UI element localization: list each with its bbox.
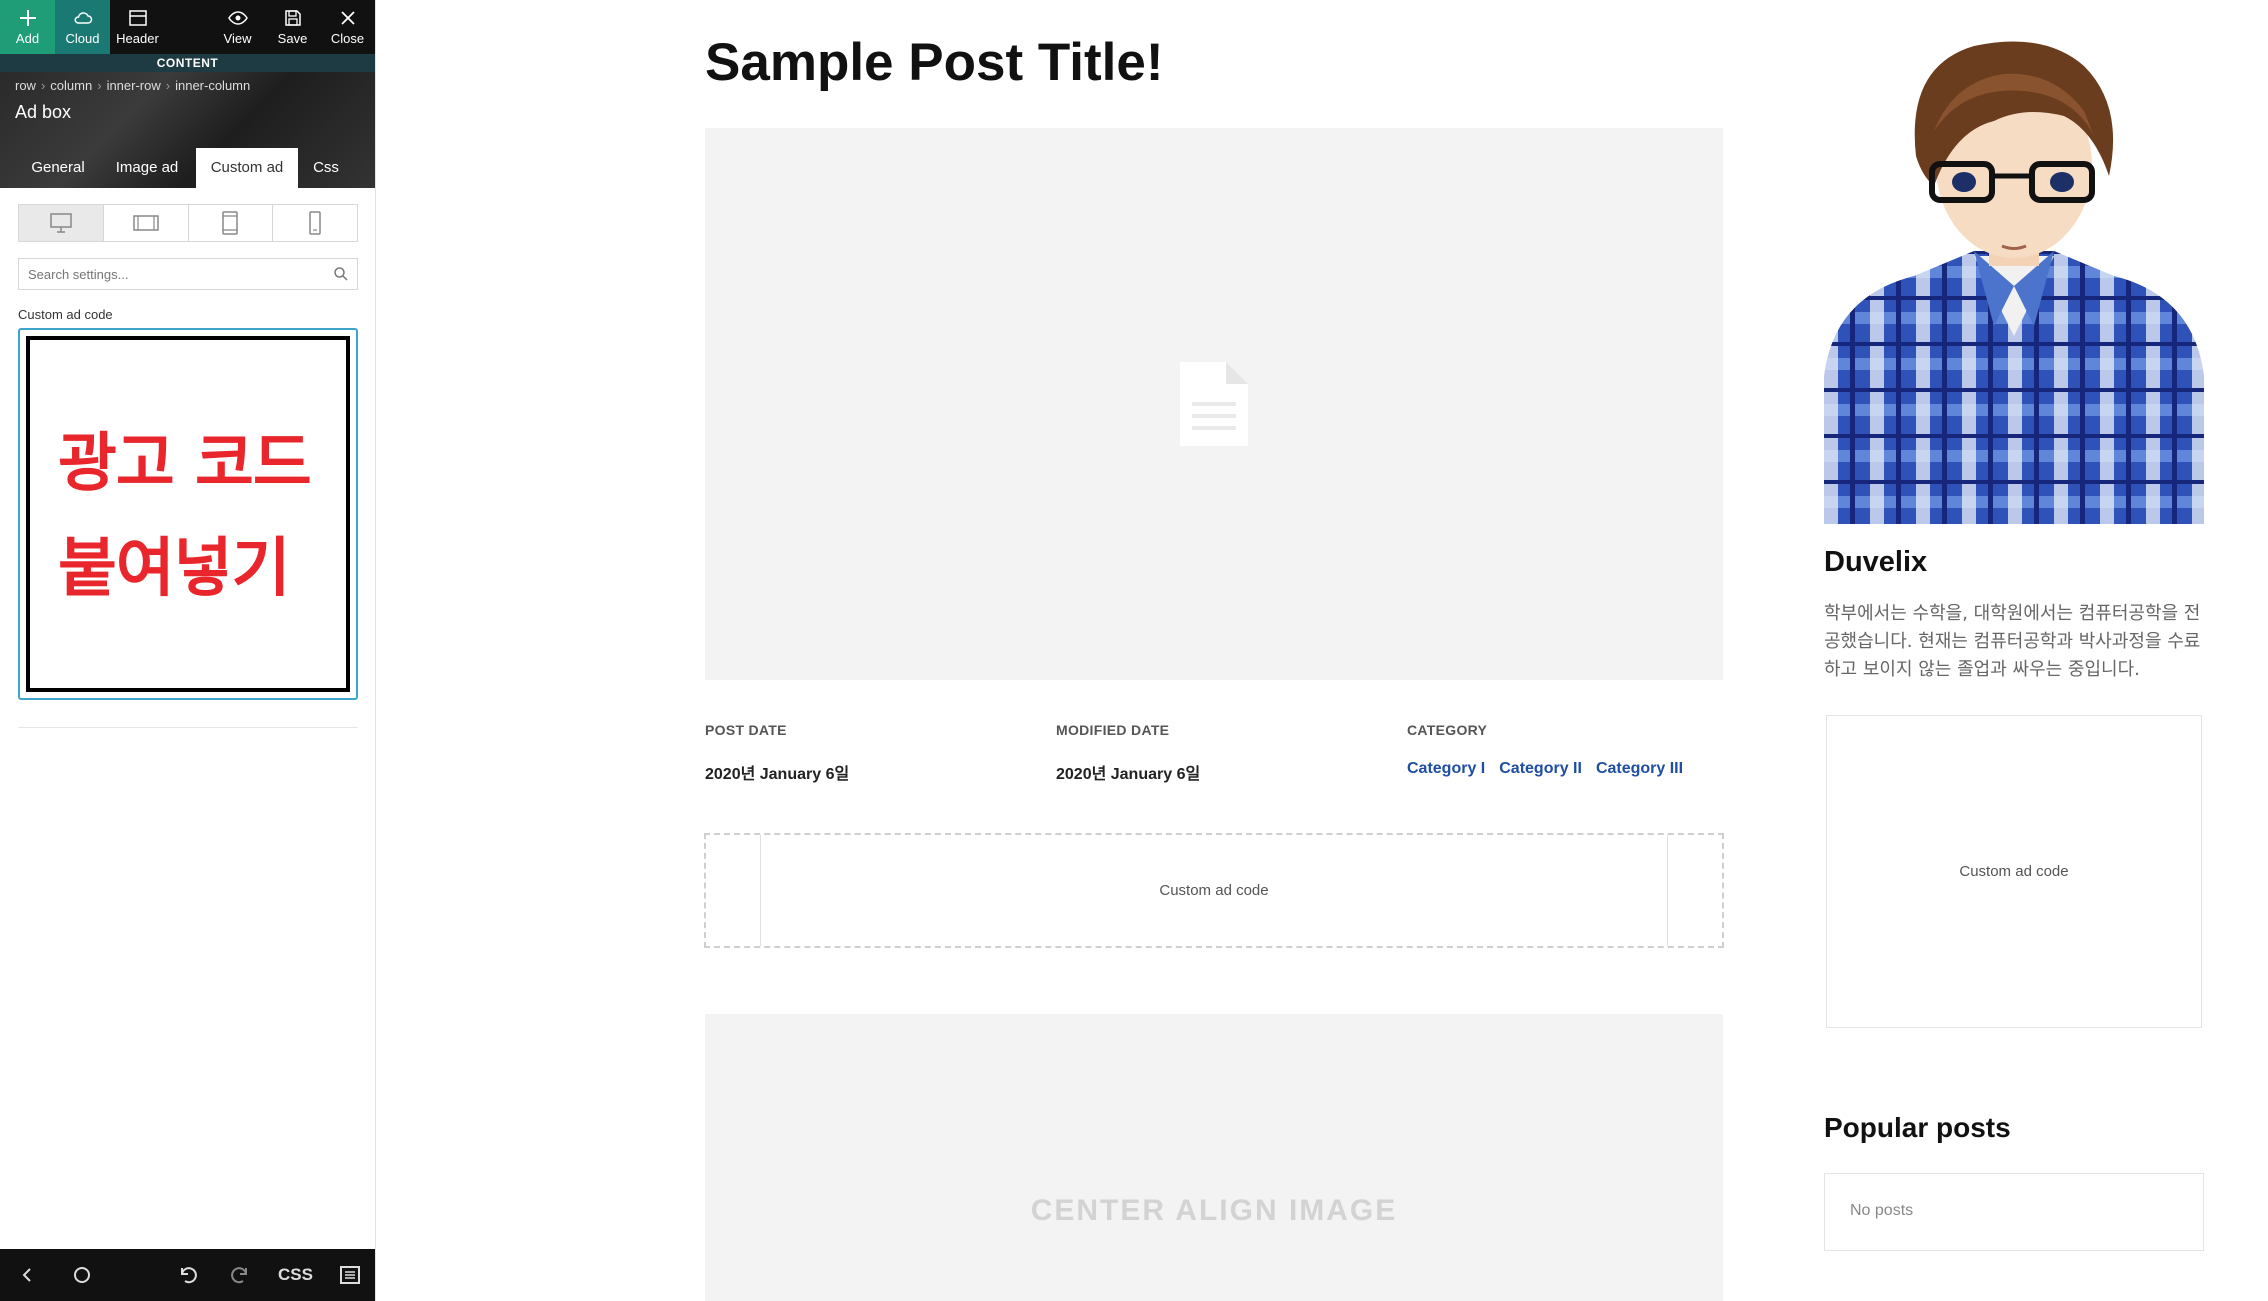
element-title: Ad box [15,102,72,122]
modified-date-label: MODIFIED DATE [1056,722,1170,738]
panel-divider [18,727,358,728]
header-layout-icon [128,10,147,26]
save-button[interactable]: Save [265,0,320,54]
close-icon [340,11,355,25]
inline-ad-box[interactable]: Custom ad code [704,833,1724,948]
author-name: Duvelix [1824,546,1928,578]
eye-icon [227,11,248,25]
list-menu-icon[interactable] [338,1263,362,1287]
category-link[interactable]: Category II [1499,760,1582,777]
cloud-icon [74,12,92,24]
cloud-button[interactable]: Cloud [55,0,110,54]
post-date-label: POST DATE [705,722,787,738]
editor-toolbar: Add Cloud Header View Save Close [0,0,375,54]
tab-custom-ad[interactable]: Custom ad [196,148,298,188]
undo-icon[interactable] [176,1263,200,1287]
breadcrumb: row › column › inner-row › inner-column [15,78,250,93]
mobile-icon [309,211,321,235]
meta-category: CATEGORY Category I Category II Category I… [1407,722,1697,778]
floppy-icon [284,10,301,26]
add-label: Add [15,31,40,46]
center-image-label: CENTER ALIGN IMAGE [1030,1194,1398,1227]
center-image-placeholder: CENTER ALIGN IMAGE [705,1014,1723,1301]
tab-image-ad[interactable]: Image ad [105,148,189,188]
view-button[interactable]: View [210,0,265,54]
category-link[interactable]: Category I [1407,760,1485,777]
popular-posts-empty: No posts [1850,1202,1914,1219]
meta-post-date: POST DATE 2020년 January 6일 [705,722,849,784]
panel-header: row › column › inner-row › inner-column Ad box… [0,72,375,188]
post-title: Sample Post Title! [705,33,1164,92]
section-label: CONTENT [0,54,375,72]
device-switcher [18,204,358,242]
breadcrumb-item-column[interactable]: column [50,78,92,93]
inline-ad-placeholder: Custom ad code [760,835,1668,946]
header-button[interactable]: Header [110,0,165,54]
device-mobile-button[interactable] [273,205,357,241]
device-tablet-landscape-button[interactable] [104,205,189,241]
device-tablet-portrait-button[interactable] [189,205,274,241]
featured-image-placeholder [705,128,1723,680]
css-button[interactable]: CSS [278,1265,313,1285]
cloud-label: Cloud [65,31,100,46]
device-desktop-button[interactable] [19,205,104,241]
breadcrumb-item-inner-column[interactable]: inner-column [175,78,250,93]
view-label: View [223,31,252,46]
home-circle-icon[interactable] [70,1263,94,1287]
tablet-portrait-icon [222,211,239,235]
chevron-right-icon: › [97,78,102,93]
meta-modified-date: MODIFIED DATE 2020년 January 6일 [1056,722,1200,784]
category-list: Category I Category II Category III [1407,760,1697,778]
sidebar-ad-box[interactable]: Custom ad code [1826,715,2202,1028]
tablet-landscape-icon [132,215,159,231]
post-date-value: 2020년 January 6일 [705,766,850,783]
header-label: Header [116,31,159,46]
custom-ad-code-label: Custom ad code [18,307,113,322]
category-label: CATEGORY [1407,722,1488,738]
document-icon [1180,362,1248,446]
settings-tabs: General Image ad Custom ad Css [0,148,375,188]
save-label: Save [277,31,308,46]
close-label: Close [330,31,365,46]
category-link[interactable]: Category III [1596,760,1683,777]
search-input[interactable] [19,259,319,289]
editor-panel: Add Cloud Header View Save Close CONTENT… [0,0,376,1301]
close-button[interactable]: Close [320,0,375,54]
chevron-right-icon: › [40,78,46,93]
back-arrow-icon[interactable] [16,1263,40,1287]
breadcrumb-item-inner-row[interactable]: inner-row [107,78,161,93]
chevron-right-icon: › [165,78,171,93]
custom-ad-code-textarea[interactable]: 광고 코드 붙여넣기 [18,328,358,700]
code-content-frame: 광고 코드 붙여넣기 [26,336,350,692]
popular-posts-list: No posts [1824,1173,2204,1251]
popular-posts-title: Popular posts [1824,1112,2011,1143]
author-bio: 학부에서는 수학을, 대학원에서는 컴퓨터공학을 전공했습니다. 현재는 컴퓨터… [1824,603,2201,680]
tab-css[interactable]: Css [306,148,346,188]
desktop-icon [50,213,72,233]
code-placeholder-text: 광고 코드 붙여넣기 [58,412,358,622]
tab-general[interactable]: General [18,148,98,188]
editor-bottom-bar: CSS [0,1249,375,1301]
redo-icon[interactable] [228,1263,252,1287]
code-line: 붙여넣기 [58,532,291,606]
modified-date-value: 2020년 January 6일 [1056,766,1201,783]
author-avatar [1824,41,2204,524]
code-line: 광고 코드 [58,427,312,501]
search-icon [334,267,348,281]
settings-search [18,258,358,290]
breadcrumb-item-row[interactable]: row [15,78,36,93]
plus-icon [19,10,36,26]
add-button[interactable]: Add [0,0,55,54]
